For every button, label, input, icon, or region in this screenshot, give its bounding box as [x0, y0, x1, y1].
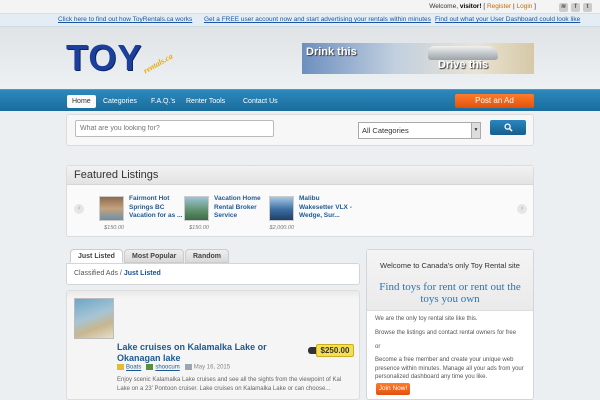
- promo-link-strip: Click here to find out how ToyRentals.ca…: [0, 14, 600, 27]
- featured-thumb: [269, 196, 294, 221]
- visitor-label: visitor!: [459, 3, 482, 10]
- how-it-works-link[interactable]: Click here to find out how ToyRentals.ca…: [58, 16, 192, 23]
- logo-main-text: TOY: [66, 37, 143, 78]
- welcome-sidebar: Welcome to Canada's only Toy Rental site…: [366, 249, 534, 400]
- featured-item-price: $150.00: [189, 225, 209, 231]
- listing-author-link[interactable]: shoocum: [155, 365, 179, 371]
- listing-title[interactable]: Lake cruises on Kalamalka Lake or Okanag…: [117, 342, 287, 363]
- featured-item-price: $150.00: [104, 225, 124, 231]
- twitter-icon[interactable]: t: [583, 3, 592, 12]
- listing-meta: Boats shoocum May 16, 2015: [117, 364, 230, 371]
- featured-item-title[interactable]: Fairmont Hot Springs BC Vacation for as …: [129, 195, 184, 221]
- featured-title: Featured Listings: [67, 166, 533, 185]
- search-bar: All Categories ▼: [66, 114, 534, 146]
- listing-item: Lake cruises on Kalamalka Lake or Okanag…: [66, 290, 360, 400]
- social-icons: ≋ f t: [559, 3, 592, 12]
- car-image: [428, 46, 498, 60]
- nav-contact-us[interactable]: Contact Us: [238, 95, 283, 108]
- listing-date: May 16, 2015: [193, 364, 231, 371]
- search-icon: [503, 123, 513, 132]
- dashboard-preview-link[interactable]: Find out what your User Dashboard could …: [435, 16, 580, 23]
- chevron-down-icon: ▼: [471, 123, 480, 138]
- search-input[interactable]: [75, 120, 274, 137]
- breadcrumb: Classified Ads / Just Listed: [66, 263, 360, 285]
- folder-icon: [117, 364, 124, 370]
- search-button[interactable]: [490, 120, 526, 135]
- listing-category-link[interactable]: Boats: [126, 365, 141, 371]
- nav-faqs[interactable]: F.A.Q.'s: [146, 95, 180, 108]
- featured-thumb: [99, 196, 124, 221]
- top-bar: Welcome, visitor! [ Register | Login ] ≋…: [0, 0, 600, 14]
- breadcrumb-separator: /: [119, 270, 122, 277]
- register-link[interactable]: Register: [487, 3, 511, 10]
- main-nav: Home Categories F.A.Q.'s Renter Tools Co…: [0, 89, 600, 111]
- category-select[interactable]: All Categories ▼: [358, 122, 481, 139]
- listing-price: $250.00: [316, 344, 354, 357]
- user-icon: [146, 364, 154, 370]
- free-account-link[interactable]: Get a FREE user account now and start ad…: [204, 16, 431, 23]
- featured-thumb: [184, 196, 209, 221]
- featured-item-price: $2,000.00: [269, 225, 294, 231]
- facebook-icon[interactable]: f: [571, 3, 580, 12]
- sidebar-text: Browse the listings and contact rental o…: [375, 330, 517, 336]
- login-link[interactable]: Login: [516, 3, 532, 10]
- featured-listings: Featured Listings ‹ › Fairmont Hot Sprin…: [66, 165, 534, 237]
- sidebar-header: Welcome to Canada's only Toy Rental site…: [367, 250, 533, 311]
- featured-item[interactable]: Fairmont Hot Springs BC Vacation for as …: [99, 195, 182, 235]
- tab-most-popular[interactable]: Most Popular: [124, 249, 185, 263]
- chevron-left-icon[interactable]: ‹: [74, 204, 84, 214]
- rss-icon[interactable]: ≋: [559, 3, 568, 12]
- price-tag-icon: [308, 347, 316, 354]
- tab-random[interactable]: Random: [185, 249, 229, 263]
- calendar-icon: [184, 364, 192, 370]
- breadcrumb-current: Just Listed: [123, 270, 161, 277]
- nav-categories[interactable]: Categories: [98, 95, 142, 108]
- nav-home[interactable]: Home: [67, 95, 96, 108]
- post-ad-button[interactable]: Post an Ad: [455, 94, 534, 108]
- chevron-right-icon[interactable]: ›: [517, 204, 527, 214]
- featured-item[interactable]: Malibu Wakesetter VLX - Wedge, Sur... $2…: [269, 195, 352, 235]
- sidebar-welcome: Welcome to Canada's only Toy Rental site: [380, 261, 520, 270]
- nav-renter-tools[interactable]: Renter Tools: [181, 95, 230, 108]
- sidebar-text: or: [375, 344, 381, 350]
- listing-thumbnail[interactable]: [74, 298, 114, 339]
- site-header: TOY rentals.ca Drink this Drive this: [0, 27, 600, 89]
- banner-line-1: Drink this: [306, 46, 357, 58]
- listing-description: Enjoy scenic Kalamalka Lake cruises and …: [117, 377, 342, 392]
- welcome-text: Welcome, visitor! [ Register | Login ]: [429, 3, 536, 10]
- featured-item[interactable]: Vacation Home Rental Broker Service $150…: [184, 195, 264, 235]
- sidebar-headline: Find toys for rent or rent out the toys …: [379, 281, 521, 305]
- featured-item-title[interactable]: Malibu Wakesetter VLX - Wedge, Sur...: [299, 195, 354, 221]
- ad-banner[interactable]: Drink this Drive this: [302, 43, 534, 74]
- category-select-value: All Categories: [362, 126, 409, 135]
- join-now-button[interactable]: Join Now!: [376, 383, 410, 395]
- breadcrumb-root[interactable]: Classified Ads: [74, 270, 118, 277]
- site-logo[interactable]: TOY rentals.ca: [66, 37, 196, 81]
- featured-item-title[interactable]: Vacation Home Rental Broker Service: [214, 195, 269, 221]
- sidebar-text: Become a free member and create your uni…: [375, 357, 524, 380]
- logo-sub-text: rentals.ca: [141, 51, 175, 76]
- banner-line-2: Drive this: [438, 59, 489, 71]
- welcome-prefix: Welcome,: [429, 3, 459, 10]
- tab-just-listed[interactable]: Just Listed: [70, 249, 123, 263]
- sidebar-text: We are the only toy rental site like thi…: [375, 316, 478, 322]
